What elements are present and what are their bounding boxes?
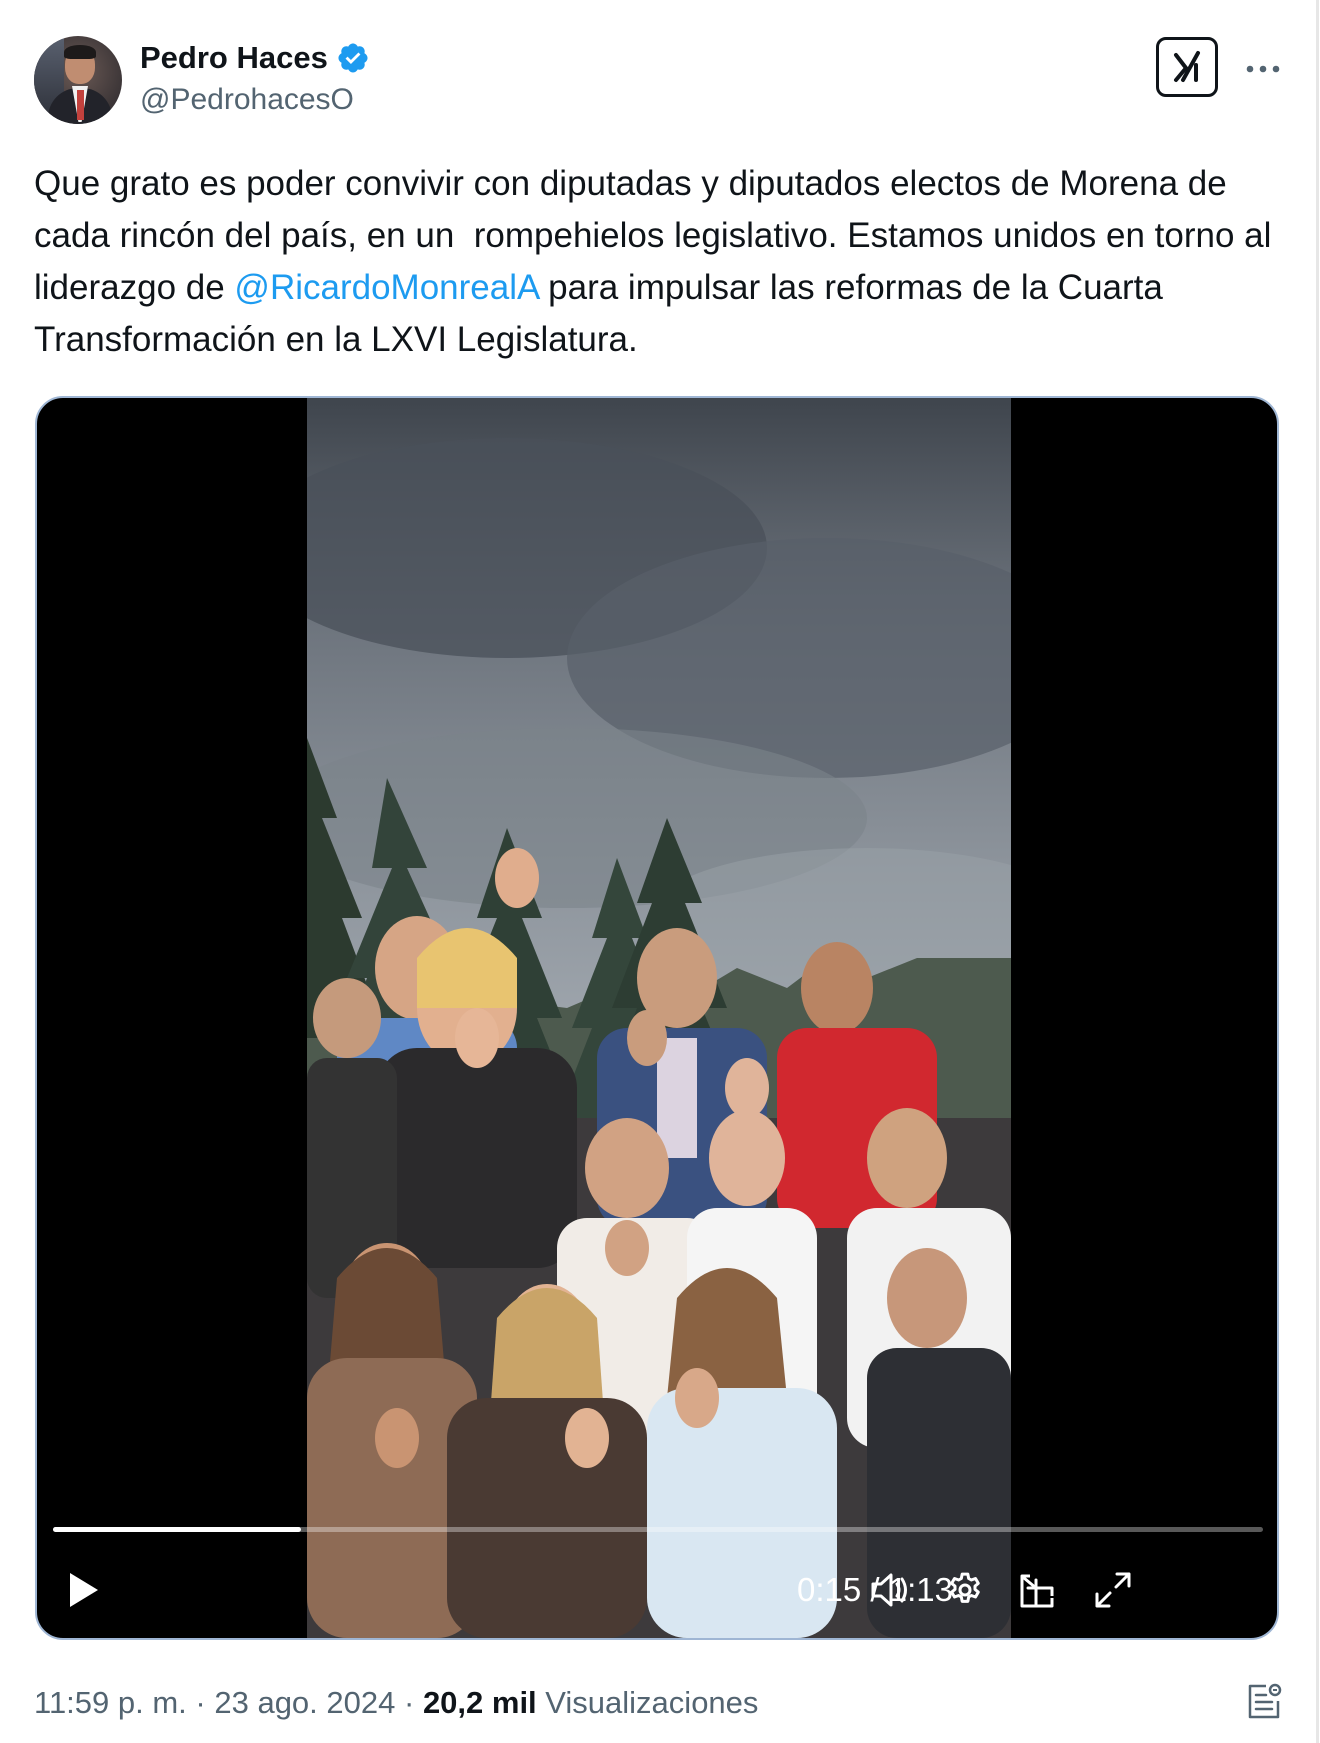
video-progress-bar[interactable] — [53, 1527, 1263, 1532]
play-icon — [70, 1573, 98, 1607]
meta-separator: · — [186, 1685, 215, 1720]
tweet-meta: 11:59 p. m. · 23 ago. 2024 · 20,2 mil Vi… — [34, 1683, 758, 1723]
play-button[interactable] — [63, 1568, 105, 1612]
analytics-icon — [1248, 1683, 1282, 1719]
views-label: Visualizaciones — [536, 1685, 759, 1720]
volume-icon — [871, 1573, 907, 1607]
video-player[interactable]: 0:15 / 1:13 — [35, 396, 1279, 1640]
fullscreen-button[interactable] — [1089, 1566, 1137, 1614]
meta-separator: · — [395, 1685, 423, 1720]
more-options-button[interactable] — [1243, 54, 1283, 84]
author-handle[interactable]: @PedrohacesO — [140, 83, 354, 117]
author-display-name[interactable]: Pedro Haces — [140, 40, 328, 76]
picture-in-picture-button[interactable] — [1014, 1566, 1062, 1614]
grok-button[interactable] — [1156, 37, 1218, 97]
views-count: 20,2 mil — [422, 1685, 537, 1720]
page-edge-divider — [1316, 0, 1319, 1743]
volume-button[interactable] — [867, 1566, 915, 1614]
fullscreen-icon — [1095, 1572, 1131, 1608]
pip-icon — [1020, 1574, 1054, 1608]
author-avatar[interactable] — [34, 36, 122, 124]
settings-button[interactable] — [941, 1566, 989, 1614]
verified-badge-icon — [338, 43, 368, 73]
analytics-button[interactable] — [1242, 1679, 1286, 1723]
settings-icon — [950, 1572, 980, 1603]
current-time: 0:15 — [797, 1571, 862, 1608]
more-horizontal-icon — [1246, 65, 1280, 73]
tweet-text: Que grato es poder convivir con diputada… — [34, 158, 1294, 366]
tweet-date[interactable]: 23 ago. 2024 — [214, 1685, 395, 1721]
grok-icon — [1174, 51, 1200, 82]
mention-link[interactable]: @RicardoMonrealA — [234, 268, 538, 307]
video-progress-fill — [53, 1527, 302, 1532]
video-frame — [307, 398, 1011, 1638]
author-name-row[interactable]: Pedro Haces — [140, 38, 370, 78]
tweet-time[interactable]: 11:59 p. m. — [34, 1685, 187, 1721]
